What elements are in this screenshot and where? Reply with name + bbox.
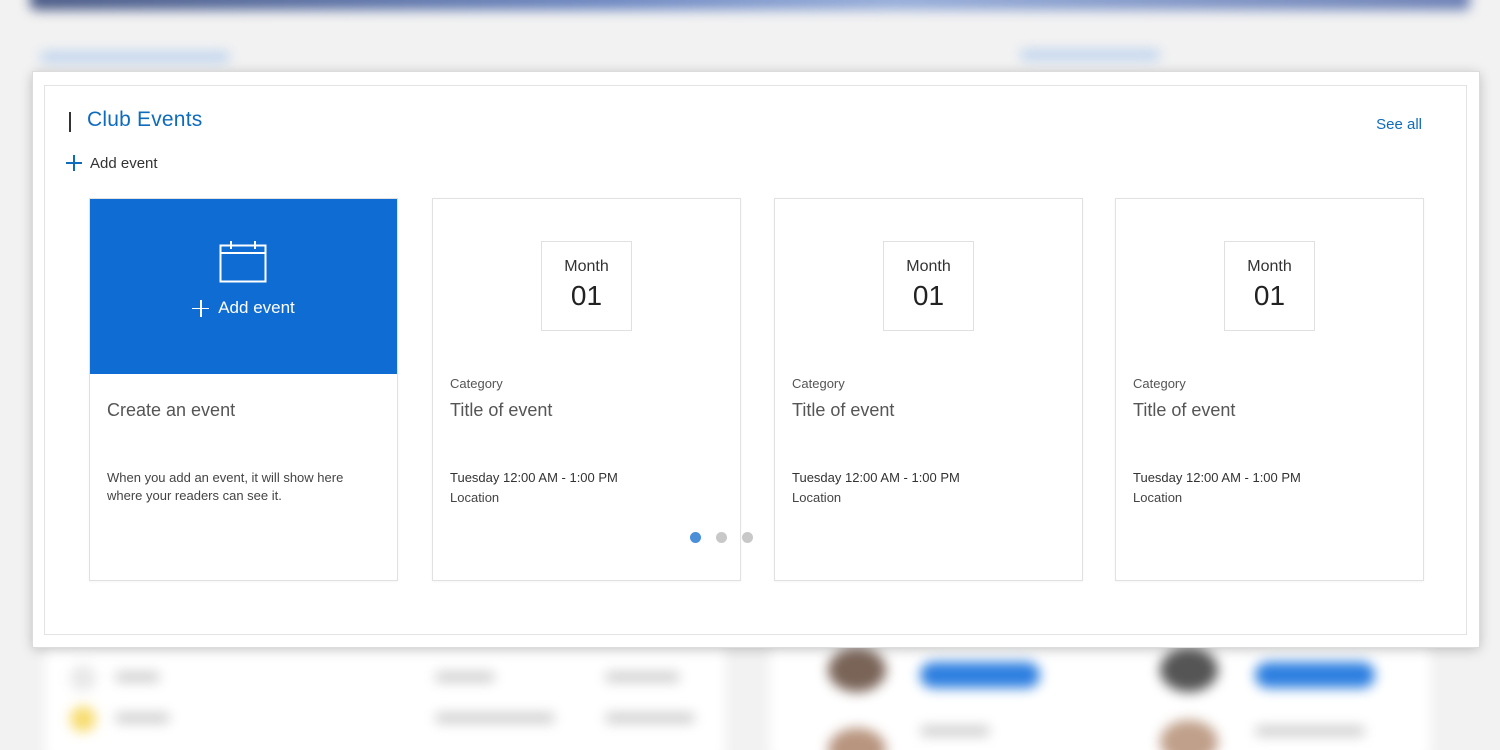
event-location: Location — [450, 490, 500, 505]
section-title: Club Events — [87, 108, 203, 131]
event-time: Tuesday 12:00 AM - 1:00 PM — [450, 470, 618, 485]
background-text — [920, 726, 990, 736]
calendar-icon — [219, 241, 267, 283]
background-avatar — [70, 665, 96, 691]
background-header — [30, 0, 1470, 10]
background-text — [605, 672, 680, 682]
plus-icon — [66, 155, 82, 171]
background-text — [115, 713, 170, 723]
background-people-panel — [770, 640, 1430, 750]
background-list-panel — [45, 640, 725, 750]
event-day: 01 — [912, 280, 945, 311]
background-text — [435, 713, 555, 723]
event-cards: Add event Create an event When you add a… — [89, 198, 1425, 581]
event-title[interactable]: Title of event — [792, 400, 894, 421]
background-text — [605, 713, 695, 723]
background-text — [115, 672, 160, 682]
event-card[interactable]: Month 01 Category Title of event Tuesday… — [1115, 198, 1424, 581]
event-time: Tuesday 12:00 AM - 1:00 PM — [792, 470, 960, 485]
event-location: Location — [1133, 490, 1183, 505]
background-button — [920, 662, 1040, 688]
background-photo — [828, 648, 886, 692]
plus-icon — [192, 299, 210, 317]
event-date-box: Month 01 — [541, 241, 632, 331]
event-date-box: Month 01 — [883, 241, 974, 331]
add-event-button[interactable]: Add event — [66, 152, 158, 174]
create-add-event-label: Add event — [218, 298, 295, 317]
event-month: Month — [906, 258, 951, 275]
event-category: Category — [792, 376, 845, 391]
event-month: Month — [564, 258, 609, 275]
create-event-heading: Create an event — [107, 400, 236, 420]
events-webpart: Club Events See all Add event Add event … — [33, 72, 1479, 647]
background-link — [40, 52, 230, 62]
create-event-description: When you add an event, it will show here… — [107, 470, 344, 503]
add-event-label: Add event — [90, 154, 158, 172]
events-webpart-body: Club Events See all Add event Add event … — [44, 85, 1467, 635]
carousel-pager — [690, 532, 753, 543]
event-day: 01 — [1253, 280, 1286, 311]
title-accent-bar — [69, 112, 71, 132]
event-card[interactable]: Month 01 Category Title of event Tuesday… — [774, 198, 1083, 581]
event-month: Month — [1247, 258, 1292, 275]
create-event-card[interactable]: Add event Create an event When you add a… — [89, 198, 398, 581]
event-time: Tuesday 12:00 AM - 1:00 PM — [1133, 470, 1301, 485]
background-text — [1255, 726, 1365, 736]
background-button — [1255, 662, 1375, 688]
pager-dot-3[interactable] — [742, 532, 753, 543]
event-title[interactable]: Title of event — [1133, 400, 1235, 421]
pager-dot-1[interactable] — [690, 532, 701, 543]
create-add-event-button[interactable]: Add event — [90, 298, 397, 318]
event-card[interactable]: Month 01 Category Title of event Tuesday… — [432, 198, 741, 581]
background-link — [1020, 50, 1160, 60]
background-photo — [1160, 648, 1218, 692]
background-photo — [1160, 720, 1218, 750]
event-title[interactable]: Title of event — [450, 400, 552, 421]
event-date-box: Month 01 — [1224, 241, 1315, 331]
background-avatar — [70, 706, 96, 732]
background-text — [435, 672, 495, 682]
event-day: 01 — [570, 280, 603, 311]
pager-dot-2[interactable] — [716, 532, 727, 543]
event-category: Category — [1133, 376, 1186, 391]
event-location: Location — [792, 490, 842, 505]
event-category: Category — [450, 376, 503, 391]
background-photo — [828, 728, 886, 750]
see-all-link[interactable]: See all — [1376, 116, 1422, 133]
create-event-tile[interactable]: Add event — [90, 199, 397, 374]
